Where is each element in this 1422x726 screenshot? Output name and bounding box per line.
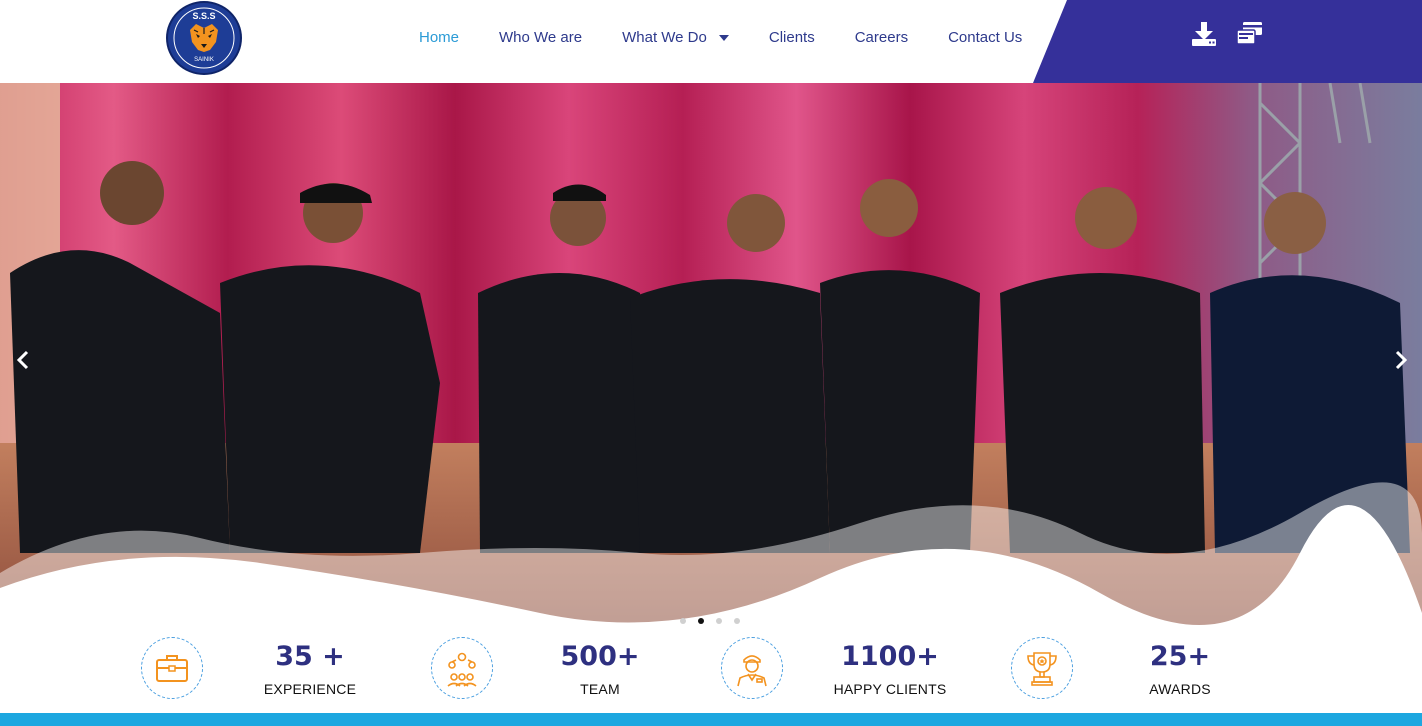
slider-dot-active[interactable] — [698, 618, 704, 624]
nav-item-label: Who We are — [499, 29, 583, 46]
chevron-left-icon — [16, 350, 29, 370]
main-nav: Home Who We are What We Do Clients Caree… — [419, 29, 1062, 46]
chevron-right-icon — [1395, 350, 1408, 370]
nav-item-clients[interactable]: Clients — [769, 29, 815, 46]
caret-down-icon — [718, 34, 729, 41]
logo-text: S.S.S — [192, 11, 215, 21]
page: S.S.S SAINIK Home Who We are What We Do … — [0, 0, 1422, 726]
team-icon — [431, 637, 493, 699]
stat-number-awards: 25+ — [1149, 641, 1211, 672]
slider-dots — [680, 618, 740, 624]
nav-item-home[interactable]: Home — [419, 29, 459, 46]
nav-item-what-we-do[interactable]: What We Do — [622, 29, 729, 46]
slider-dot[interactable] — [680, 618, 686, 624]
nav-item-label: Home — [419, 29, 460, 46]
stat-label-experience: EXPERIENCE — [263, 681, 357, 697]
slider-prev-button[interactable] — [12, 348, 36, 372]
briefcase-icon — [141, 637, 203, 699]
nav-item-label: Careers — [854, 29, 909, 46]
nav-item-label: Contact Us — [948, 29, 1023, 46]
stat-number-experience: 35 + — [275, 641, 345, 672]
hero-slider — [0, 83, 1422, 643]
stat-number-happy-clients: 1100+ — [841, 641, 939, 672]
site-header: S.S.S SAINIK Home Who We are What We Do … — [0, 0, 1422, 83]
slider-dot[interactable] — [734, 618, 740, 624]
nav-item-contact-us[interactable]: Contact Us — [948, 29, 1022, 46]
stat-label-team: TEAM — [580, 681, 620, 697]
nav-item-label: Clients — [768, 29, 815, 46]
stat-label-awards: AWARDS — [1149, 681, 1211, 697]
slider-next-button[interactable] — [1388, 348, 1412, 372]
client-icon — [721, 637, 783, 699]
nav-item-careers[interactable]: Careers — [855, 29, 908, 46]
stat-label-happy-clients: HAPPY CLIENTS — [833, 681, 947, 697]
nav-item-who-we-are[interactable]: Who We are — [499, 29, 582, 46]
logo-subtext: SAINIK — [194, 57, 214, 63]
hero-image — [0, 83, 1422, 643]
header-action-panel — [1033, 0, 1422, 83]
download-icon[interactable] — [1190, 20, 1218, 48]
slider-dot[interactable] — [716, 618, 722, 624]
nav-item-label: What We Do — [622, 29, 707, 46]
payment-icon[interactable] — [1235, 20, 1263, 48]
site-logo[interactable]: S.S.S SAINIK — [166, 1, 242, 75]
stat-number-team: 500+ — [560, 641, 640, 672]
trophy-icon — [1011, 637, 1073, 699]
bottom-accent-bar — [0, 713, 1422, 726]
